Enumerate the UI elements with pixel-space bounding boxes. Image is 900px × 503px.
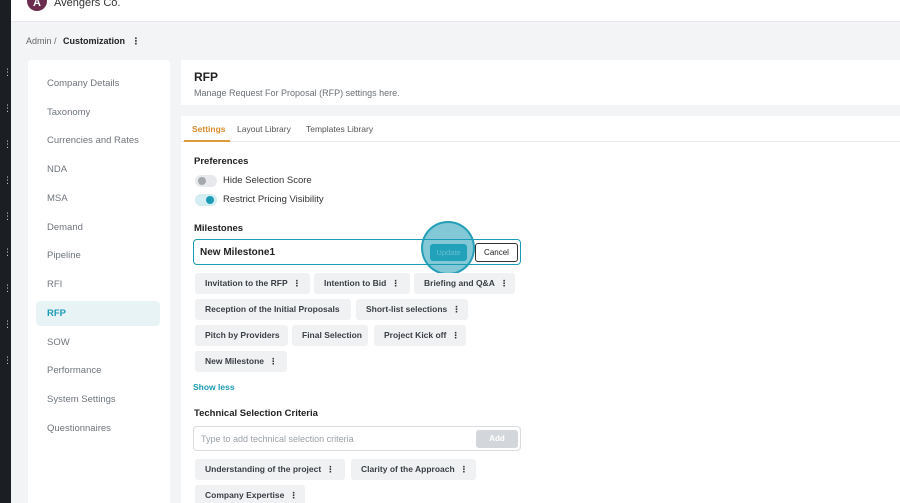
milestone-chip[interactable]: Invitation to the RFP ⋮ (195, 273, 310, 294)
milestone-chip[interactable]: Reception of the Initial Proposals (195, 299, 351, 320)
toggle-label: Hide Selection Score (223, 175, 312, 186)
chip-menu-icon[interactable]: ⋮ (452, 299, 461, 320)
company-logo[interactable]: A (27, 0, 47, 11)
milestone-chip[interactable]: Project Kick off ⋮ (374, 325, 466, 346)
milestone-chip[interactable]: Short-list selections ⋮ (356, 299, 468, 320)
chip-menu-icon[interactable]: ⋮ (293, 273, 302, 294)
chip-label: Pitch by Providers (205, 330, 280, 340)
breadcrumb: Admin / Customization ⋮ (26, 36, 141, 47)
sidebar-item-performance[interactable]: Performance (36, 358, 160, 383)
page-subtitle: Manage Request For Proposal (RFP) settin… (194, 88, 400, 98)
breadcrumb-menu-icon[interactable]: ⋮ (132, 36, 141, 46)
settings-sidebar: Company Details Taxonomy Currencies and … (28, 60, 170, 503)
chip-menu-icon[interactable]: ⋮ (451, 325, 460, 346)
sidebar-item-system-settings[interactable]: System Settings (36, 387, 160, 412)
rail-menu-icon[interactable]: ⋮ (3, 104, 12, 113)
left-rail: ⋮ ⋮ ⋮ ⋮ ⋮ ⋮ ⋮ ⋮ ⋮ (0, 0, 12, 503)
sidebar-item-demand[interactable]: Demand (36, 215, 160, 240)
sidebar-item-currencies[interactable]: Currencies and Rates (36, 128, 160, 153)
milestone-chip[interactable]: Pitch by Providers (195, 325, 288, 346)
technical-criteria-input[interactable] (201, 432, 461, 446)
active-tab-indicator (184, 140, 230, 142)
milestone-chip[interactable]: Intention to Bid ⋮ (314, 273, 410, 294)
sidebar-item-rfi[interactable]: RFI (36, 272, 160, 297)
cancel-button[interactable]: Cancel (475, 243, 518, 262)
rail-menu-icon[interactable]: ⋮ (3, 284, 12, 293)
milestone-editor: Update Cancel (193, 239, 521, 265)
chip-label: New Milestone (205, 356, 265, 366)
chip-menu-icon[interactable]: ⋮ (391, 273, 400, 294)
sidebar-item-pipeline[interactable]: Pipeline (36, 243, 160, 268)
chip-menu-icon[interactable]: ⋮ (460, 459, 469, 480)
criteria-chip[interactable]: Clarity of the Approach ⋮ (351, 459, 476, 480)
sidebar-item-nda[interactable]: NDA (36, 157, 160, 182)
tab-bar: Settings Layout Library Templates Librar… (181, 116, 900, 142)
rail-menu-icon[interactable]: ⋮ (3, 68, 12, 77)
settings-panel: Settings Layout Library Templates Librar… (181, 116, 900, 503)
milestone-chip[interactable]: New Milestone ⋮ (195, 351, 287, 372)
chip-label: Briefing and Q&A (424, 278, 495, 288)
sidebar-item-rfp[interactable]: RFP (36, 301, 160, 326)
rail-menu-icon[interactable]: ⋮ (3, 176, 12, 185)
sidebar-item-msa[interactable]: MSA (36, 186, 160, 211)
technical-criteria-title: Technical Selection Criteria (194, 408, 318, 419)
tab-layout-library[interactable]: Layout Library (237, 124, 291, 134)
chip-label: Reception of the Initial Proposals (205, 304, 340, 314)
add-button[interactable]: Add (476, 430, 518, 448)
chip-label: Understanding of the project (205, 464, 322, 474)
breadcrumb-root[interactable]: Admin / (26, 36, 57, 46)
chip-label: Intention to Bid (324, 278, 387, 288)
sidebar-item-sow[interactable]: SOW (36, 330, 160, 355)
rail-menu-icon[interactable]: ⋮ (3, 248, 12, 257)
sidebar-item-taxonomy[interactable]: Taxonomy (36, 100, 160, 125)
restrict-pricing-visibility-toggle[interactable] (195, 194, 217, 206)
criteria-chip[interactable]: Company Expertise ⋮ (195, 485, 305, 503)
chip-menu-icon[interactable]: ⋮ (500, 273, 509, 294)
tab-templates-library[interactable]: Templates Library (306, 124, 373, 134)
hide-selection-score-toggle[interactable] (195, 175, 217, 187)
chip-menu-icon[interactable]: ⋮ (289, 485, 298, 503)
company-name: Avengers Co. (54, 0, 121, 9)
toggle-label: Restrict Pricing Visibility (223, 194, 324, 205)
chip-label: Clarity of the Approach (361, 464, 455, 474)
top-bar: A Avengers Co. (11, 0, 900, 22)
tab-settings[interactable]: Settings (192, 124, 226, 134)
milestone-chip[interactable]: Final Selection (292, 325, 368, 346)
page-title: RFP (194, 70, 218, 84)
chip-label: Final Selection (302, 330, 362, 340)
milestone-name-input[interactable] (200, 245, 420, 259)
rail-menu-icon[interactable]: ⋮ (3, 212, 12, 221)
chip-label: Invitation to the RFP (205, 278, 288, 288)
rail-menu-icon[interactable]: ⋮ (3, 320, 12, 329)
chip-label: Short-list selections (366, 304, 448, 314)
rail-menu-icon[interactable]: ⋮ (3, 140, 12, 149)
update-button[interactable]: Update (430, 244, 467, 261)
chip-menu-icon[interactable]: ⋮ (326, 459, 335, 480)
milestone-chip[interactable]: Briefing and Q&A ⋮ (414, 273, 515, 294)
chip-label: Project Kick off (384, 330, 447, 340)
sidebar-item-questionnaires[interactable]: Questionnaires (36, 416, 160, 441)
chip-label: Company Expertise (205, 490, 285, 500)
show-less-link[interactable]: Show less (193, 382, 235, 392)
breadcrumb-current: Customization (63, 36, 126, 46)
chip-menu-icon[interactable]: ⋮ (269, 351, 278, 372)
technical-criteria-editor: Add (193, 426, 521, 451)
rail-menu-icon[interactable]: ⋮ (3, 356, 12, 365)
page-header: RFP Manage Request For Proposal (RFP) se… (181, 60, 900, 105)
criteria-chip[interactable]: Understanding of the project ⋮ (195, 459, 345, 480)
sidebar-item-company-details[interactable]: Company Details (36, 71, 160, 96)
preferences-title: Preferences (194, 156, 249, 167)
milestones-title: Milestones (194, 223, 244, 234)
